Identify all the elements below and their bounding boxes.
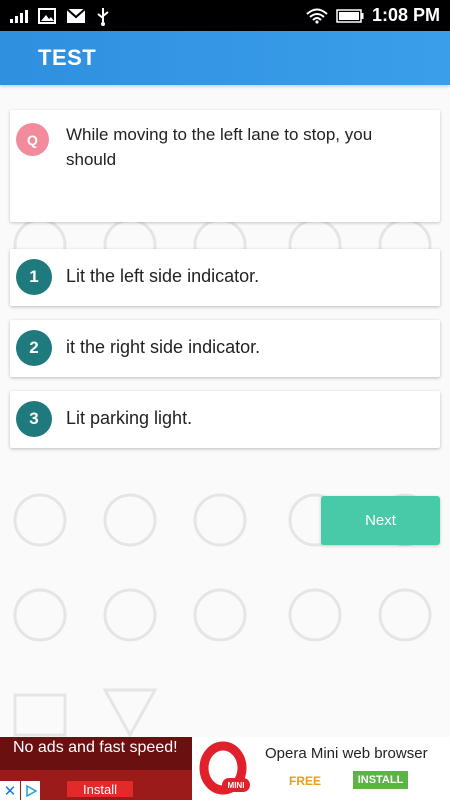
option-number-badge: 2 <box>16 330 52 366</box>
option-text: Lit parking light. <box>66 408 193 428</box>
status-bar: 1:08 PM <box>0 0 450 31</box>
question-badge: Q <box>16 123 49 156</box>
opera-mini-logo: MINI <box>193 737 256 800</box>
wifi-icon <box>306 8 328 24</box>
ad-install-app-button[interactable]: INSTALL <box>353 771 408 789</box>
status-bar-left <box>0 6 110 26</box>
question-card: Q While moving to the left lane to stop,… <box>10 110 440 222</box>
option-text: Lit the left side indicator. <box>66 266 260 286</box>
option-text: it the right side indicator. <box>66 337 261 357</box>
ad-install-button[interactable]: Install <box>67 781 133 797</box>
ad-tagline: No ads and fast speed! <box>13 739 178 756</box>
ad-banner[interactable]: No ads and fast speed! Install ✕ MINI Op… <box>0 737 450 800</box>
ad-price: FREE <box>289 774 322 788</box>
app-bar: TEST <box>0 31 450 85</box>
ad-app-name: Opera Mini web browser <box>265 745 428 762</box>
question-text: While moving to the left lane to stop, y… <box>66 125 373 169</box>
signal-bars-icon <box>10 9 28 23</box>
answer-option-1[interactable]: 1 Lit the left side indicator. <box>10 249 440 306</box>
next-button[interactable]: Next <box>321 496 440 545</box>
close-icon[interactable]: ✕ <box>0 781 20 800</box>
status-bar-right: 1:08 PM <box>306 5 450 26</box>
answer-option-2[interactable]: 2 it the right side indicator. <box>10 320 440 377</box>
page-title: TEST <box>38 45 97 70</box>
answer-option-3[interactable]: 3 Lit parking light. <box>10 391 440 448</box>
usb-icon <box>96 6 110 26</box>
image-icon <box>38 7 56 24</box>
opera-mini-logo-text: MINI <box>227 781 244 790</box>
option-number-badge: 1 <box>16 259 52 295</box>
battery-icon <box>336 8 364 23</box>
clock: 1:08 PM <box>371 5 440 25</box>
option-number-badge: 3 <box>16 401 52 437</box>
adchoices-icon[interactable] <box>21 781 40 800</box>
gmail-icon <box>66 7 86 24</box>
